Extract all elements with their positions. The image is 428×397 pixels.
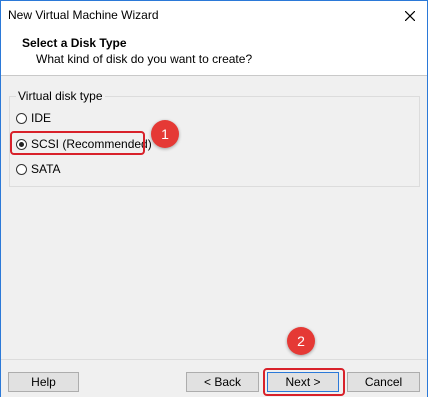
radio-ide[interactable]: IDE (16, 111, 51, 125)
step-badge-1: 1 (151, 120, 179, 148)
title-bar: New Virtual Machine Wizard (1, 1, 427, 30)
radio-label-sata: SATA (31, 162, 61, 176)
close-icon (405, 10, 415, 21)
close-button[interactable] (393, 1, 427, 30)
window-title: New Virtual Machine Wizard (8, 8, 159, 22)
cancel-button[interactable]: Cancel (347, 372, 420, 392)
radio-button[interactable] (16, 112, 27, 124)
scsi-highlight-box (10, 131, 145, 155)
page-title: Select a Disk Type (22, 36, 127, 50)
radio-label-ide: IDE (31, 111, 52, 125)
next-highlight-box (263, 368, 345, 396)
radio-sata[interactable]: SATA (16, 162, 61, 176)
wizard-content: Virtual disk type IDE SCSI (Recommended)… (1, 76, 427, 359)
wizard-footer: Help < Back Next > Cancel (1, 359, 427, 397)
step-badge-2: 2 (287, 327, 315, 355)
wizard-header: Select a Disk Type What kind of disk do … (1, 30, 427, 76)
radio-button[interactable] (16, 163, 27, 175)
page-subtitle: What kind of disk do you want to create? (36, 52, 253, 66)
group-legend: Virtual disk type (16, 89, 105, 103)
wizard-window: New Virtual Machine Wizard Select a Disk… (0, 0, 428, 397)
back-button[interactable]: < Back (186, 372, 259, 392)
help-button[interactable]: Help (8, 372, 79, 392)
